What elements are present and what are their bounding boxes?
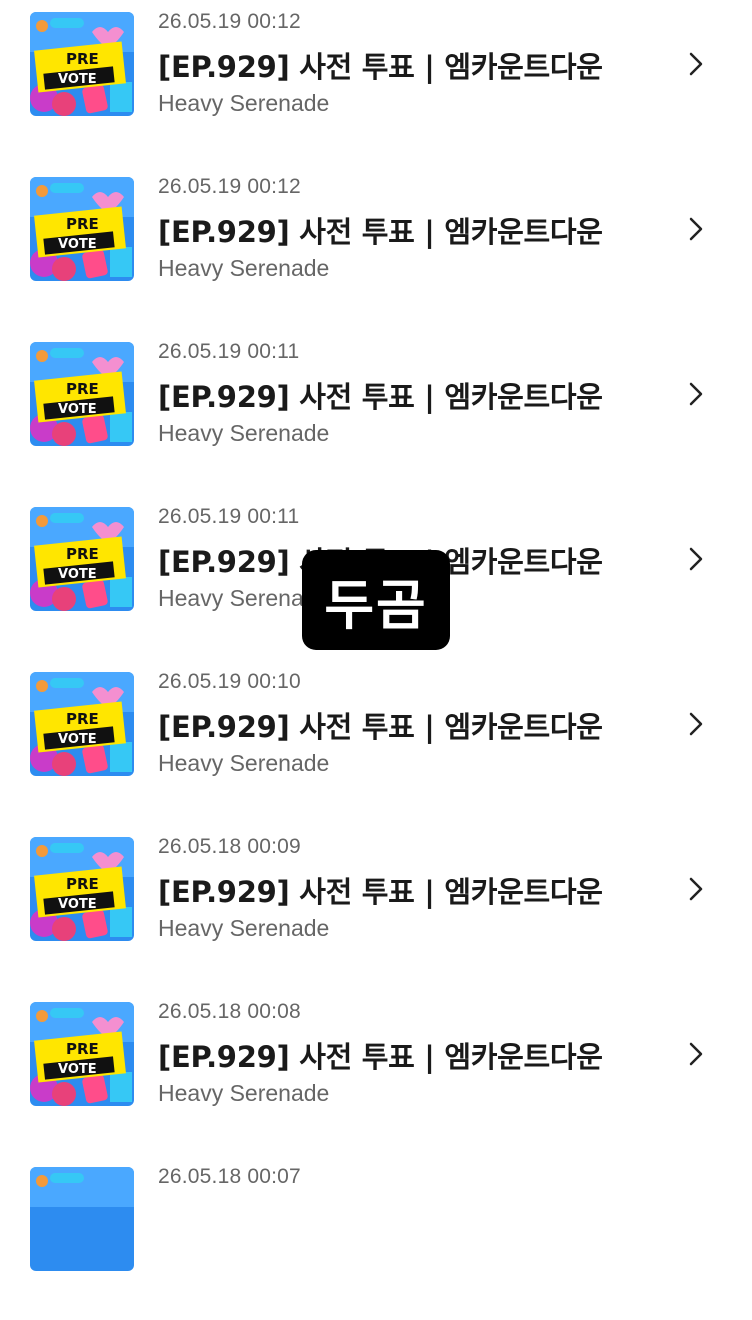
list-item[interactable]: PRE VOTE 26.05.19 00:12 [EP.929] 사전 투표 |…	[0, 165, 752, 330]
list-item[interactable]: PRE VOTE 26.05.19 00:12 [EP.929] 사전 투표 |…	[0, 0, 752, 165]
item-timestamp: 26.05.18 00:09	[158, 835, 301, 858]
thumb-line1: PRE	[66, 215, 99, 233]
list-item[interactable]: PRE VOTE 26.05.19 00:10 [EP.929] 사전 투표 |…	[0, 660, 752, 825]
pre-vote-thumbnail: PRE VOTE	[30, 837, 134, 941]
thumb-line2: VOTE	[58, 1062, 97, 1077]
chevron-right-icon[interactable]	[684, 380, 708, 408]
thumb-line1: PRE	[66, 50, 99, 68]
chevron-right-icon[interactable]	[684, 545, 708, 573]
item-artist: Heavy Serenade	[158, 90, 330, 116]
thumb-line2: VOTE	[58, 237, 97, 252]
item-title: [EP.929] 사전 투표 | 엠카운트다운	[158, 215, 603, 249]
list-item[interactable]: PRE VOTE 26.05.18 00:09 [EP.929] 사전 투표 |…	[0, 825, 752, 990]
thumb-line1: PRE	[66, 710, 99, 728]
chevron-right-icon[interactable]	[684, 710, 708, 738]
item-artist: Heavy Serenade	[158, 420, 330, 446]
list-item[interactable]: PRE VOTE 26.05.19 00:11 [EP.929] 사전 투표 |…	[0, 330, 752, 495]
item-artist: Heavy Serenade	[158, 915, 330, 941]
item-title: [EP.929] 사전 투표 | 엠카운트다운	[158, 380, 603, 414]
thumb-line1: PRE	[66, 545, 99, 563]
chevron-right-icon[interactable]	[684, 215, 708, 243]
item-timestamp: 26.05.18 00:08	[158, 1000, 301, 1023]
thumb-line2: VOTE	[58, 567, 97, 582]
item-title: [EP.929] 사전 투표 | 엠카운트다운	[158, 710, 603, 744]
item-title: [EP.929] 사전 투표 | 엠카운트다운	[158, 50, 603, 84]
item-artist: Heavy Serenade	[158, 750, 330, 776]
thumb-line2: VOTE	[58, 897, 97, 912]
list-item[interactable]: 26.05.18 00:07	[0, 1155, 752, 1320]
thumb-line1: PRE	[66, 875, 99, 893]
pre-vote-thumbnail: PRE VOTE	[30, 12, 134, 116]
item-title: [EP.929] 사전 투표 | 엠카운트다운	[158, 875, 603, 909]
pre-vote-thumbnail: PRE VOTE	[30, 1002, 134, 1106]
pre-vote-thumbnail: PRE VOTE	[30, 342, 134, 446]
pre-vote-thumbnail: PRE VOTE	[30, 177, 134, 281]
chevron-right-icon[interactable]	[684, 1040, 708, 1068]
list-item[interactable]: PRE VOTE 26.05.18 00:08 [EP.929] 사전 투표 |…	[0, 990, 752, 1155]
chevron-right-icon[interactable]	[684, 50, 708, 78]
thumb-line2: VOTE	[58, 402, 97, 417]
item-title: [EP.929] 사전 투표 | 엠카운트다운	[158, 1040, 603, 1074]
pre-vote-thumbnail: PRE VOTE	[30, 507, 134, 611]
item-timestamp: 26.05.19 00:12	[158, 175, 301, 198]
item-timestamp: 26.05.19 00:11	[158, 505, 300, 528]
chevron-right-icon[interactable]	[684, 875, 708, 903]
item-timestamp: 26.05.18 00:07	[158, 1165, 301, 1188]
item-artist: Heavy Serenade	[158, 255, 330, 281]
thumb-line1: PRE	[66, 1040, 99, 1058]
item-timestamp: 26.05.19 00:11	[158, 340, 300, 363]
item-timestamp: 26.05.19 00:12	[158, 10, 301, 33]
thumb-line2: VOTE	[58, 732, 97, 747]
item-artist: Heavy Serenade	[158, 1080, 330, 1106]
item-timestamp: 26.05.19 00:10	[158, 670, 301, 693]
pre-vote-thumbnail	[30, 1167, 134, 1271]
watermark: 두곰	[302, 550, 450, 650]
thumb-line1: PRE	[66, 380, 99, 398]
thumb-line2: VOTE	[58, 72, 97, 87]
pre-vote-thumbnail: PRE VOTE	[30, 672, 134, 776]
